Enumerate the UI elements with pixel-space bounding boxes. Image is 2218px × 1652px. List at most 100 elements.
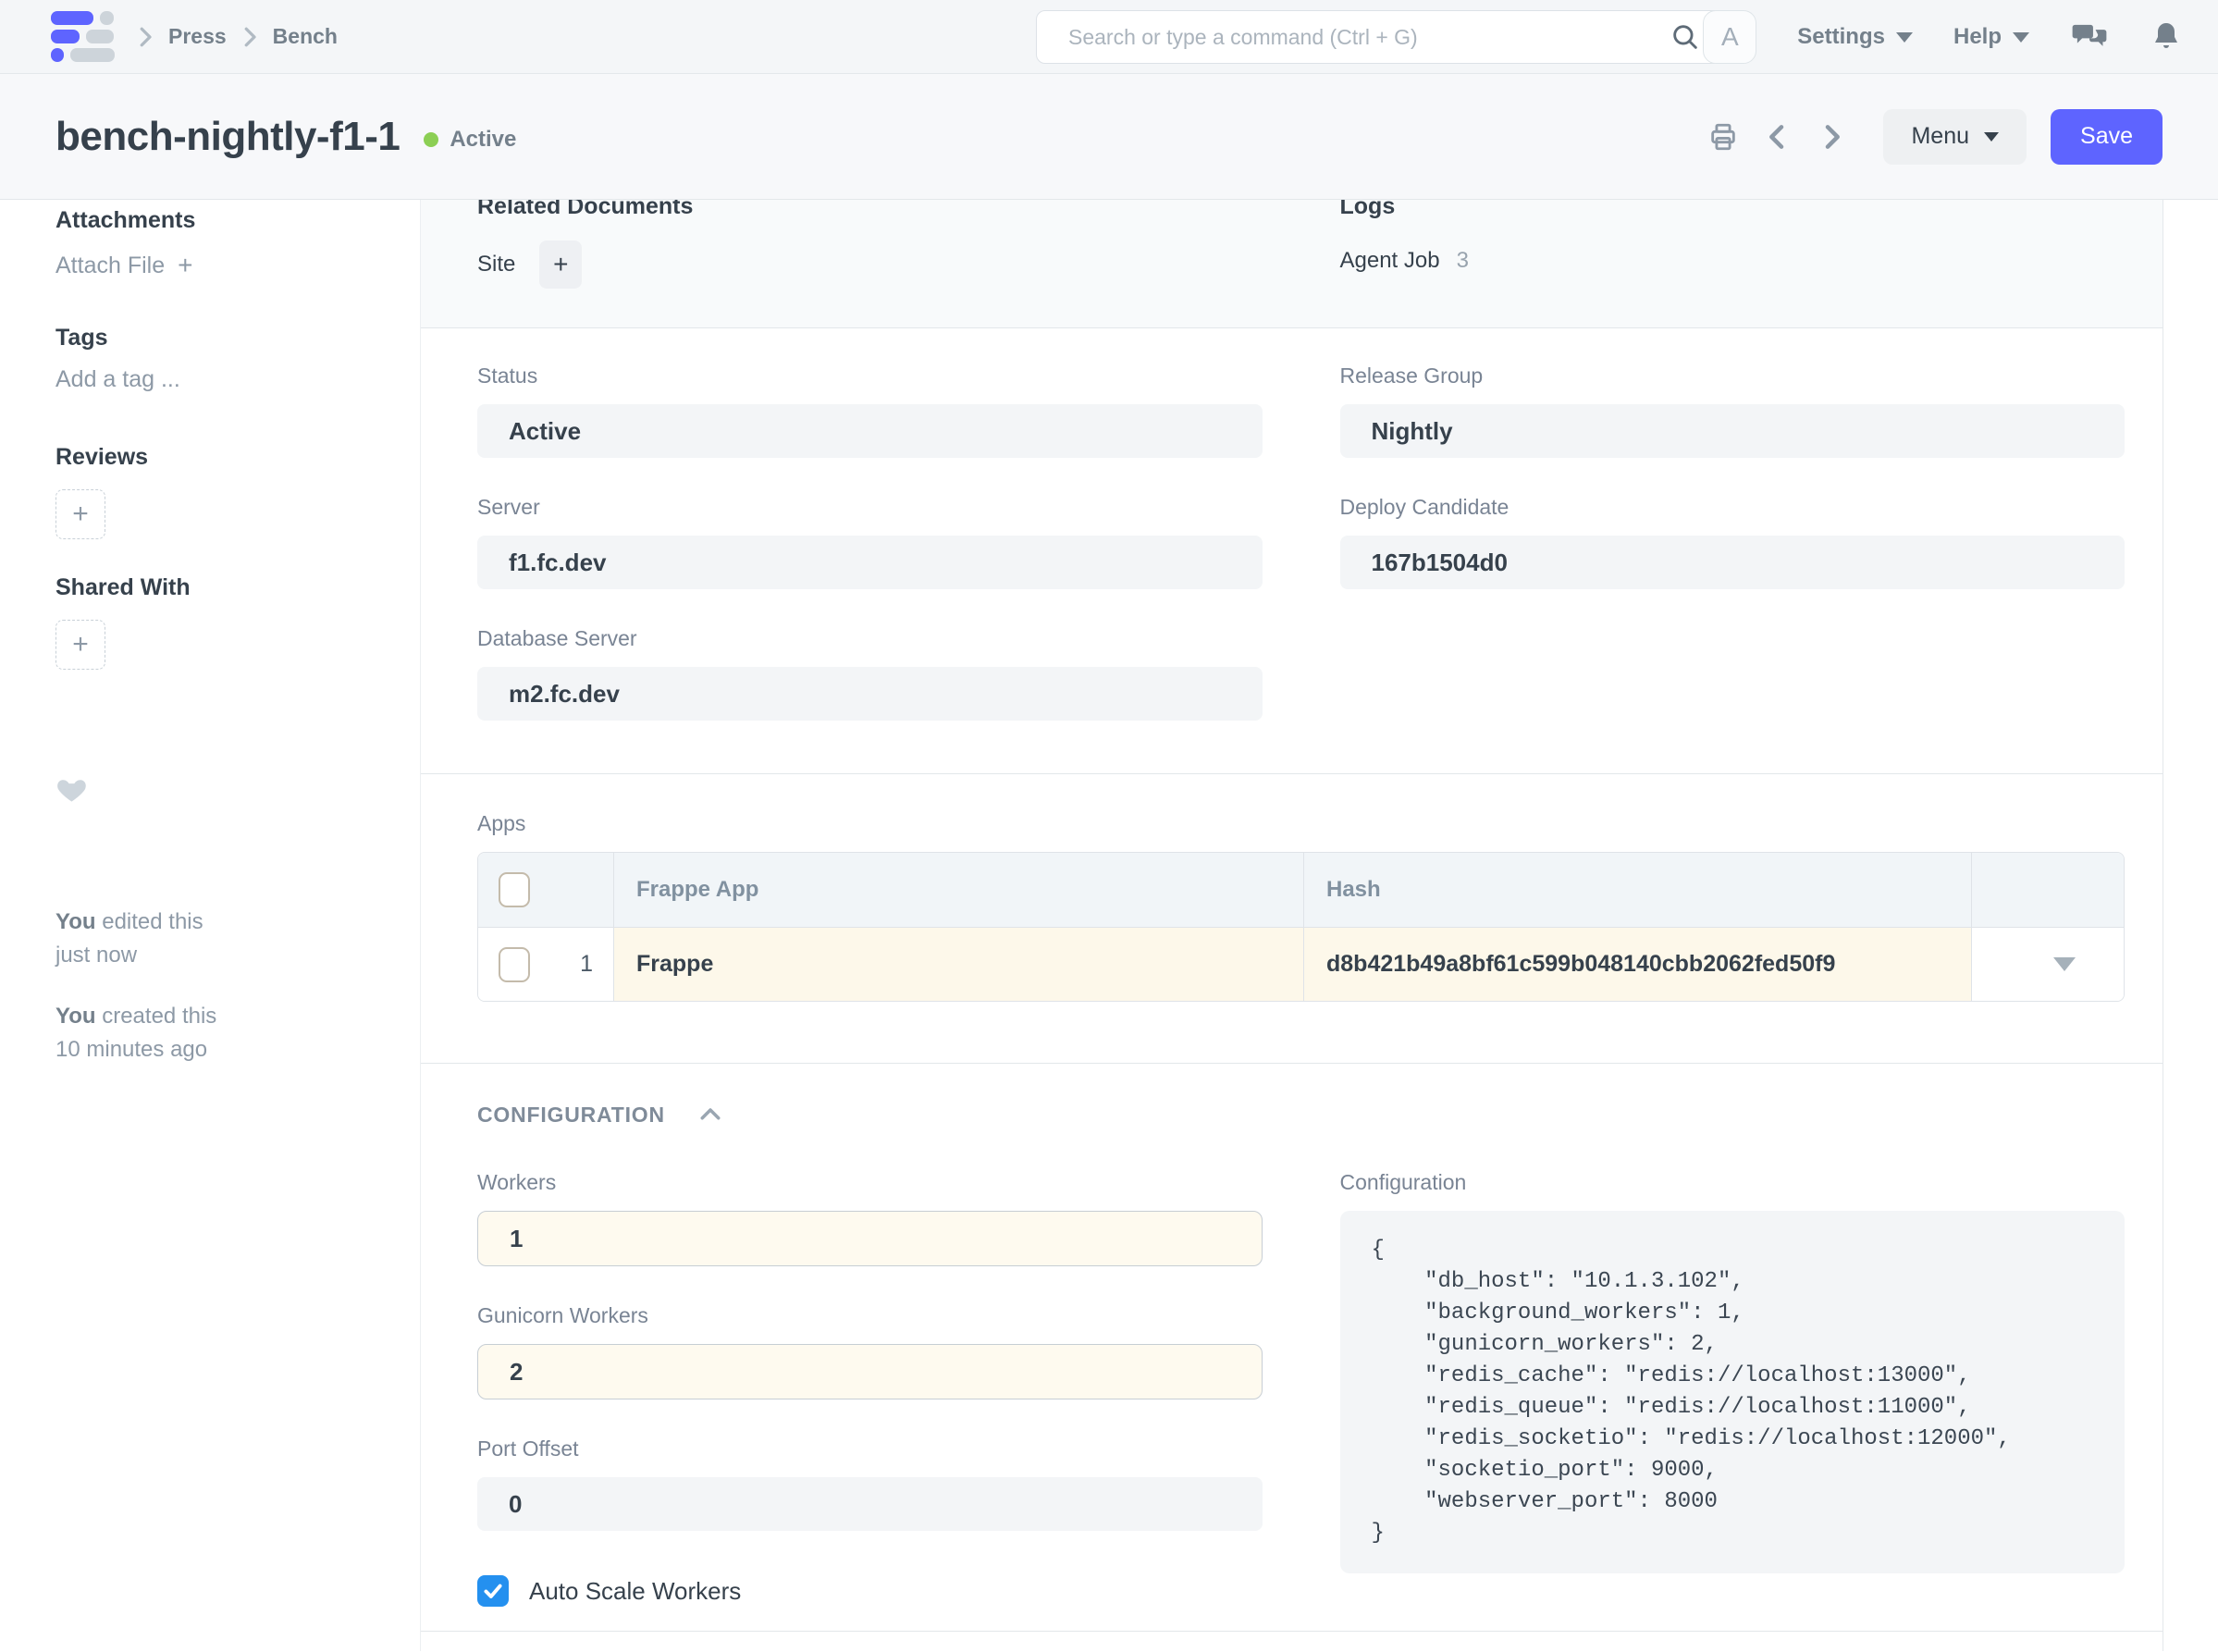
auto-scale-workers-label: Auto Scale Workers bbox=[529, 1577, 741, 1606]
activity-time: just now bbox=[55, 943, 137, 968]
add-site-button[interactable]: + bbox=[539, 240, 582, 289]
related-doc-site-label[interactable]: Site bbox=[477, 252, 515, 277]
plus-icon: + bbox=[72, 629, 89, 660]
configuration-section-toggle[interactable]: CONFIGURATION bbox=[477, 1101, 2125, 1128]
attach-file-label: Attach File bbox=[55, 253, 165, 279]
auto-scale-workers-checkbox[interactable] bbox=[477, 1575, 509, 1607]
page-title: bench-nightly-f1-1 bbox=[55, 114, 400, 160]
breadcrumb: Press Bench bbox=[131, 23, 338, 51]
add-tag-label: Add a tag ... bbox=[55, 366, 180, 393]
plus-icon: + bbox=[72, 499, 89, 530]
menu-button[interactable]: Menu bbox=[1883, 109, 2027, 165]
status-field-input[interactable]: Active bbox=[477, 404, 1263, 458]
database-server-field-input[interactable]: m2.fc.dev bbox=[477, 667, 1263, 721]
settings-label: Settings bbox=[1797, 24, 1885, 50]
column-header-frappe-app: Frappe App bbox=[636, 877, 758, 903]
plus-icon: + bbox=[178, 251, 192, 280]
search-input[interactable] bbox=[1068, 25, 1670, 50]
log-agent-job-link[interactable]: Agent Job bbox=[1340, 248, 1440, 274]
help-dropdown[interactable]: Help bbox=[1953, 24, 2029, 50]
user-avatar[interactable]: A bbox=[1703, 10, 1756, 64]
configuration-json-block: { "db_host": "10.1.3.102", "background_w… bbox=[1340, 1211, 2126, 1573]
shared-with-title: Shared With bbox=[55, 574, 383, 601]
global-search bbox=[1036, 10, 1722, 64]
add-review-button[interactable]: + bbox=[55, 489, 105, 539]
gunicorn-workers-field-input[interactable]: 2 bbox=[477, 1344, 1263, 1399]
app-logo-icon[interactable] bbox=[51, 11, 115, 62]
chat-icon[interactable] bbox=[2070, 18, 2109, 56]
add-share-button[interactable]: + bbox=[55, 620, 105, 670]
apps-table-header: Frappe App Hash bbox=[478, 853, 2124, 927]
agent-job-count-badge: 3 bbox=[1457, 248, 1469, 274]
details-section: Status Active Server f1.fc.dev Database … bbox=[421, 328, 2163, 774]
chevron-right-icon bbox=[236, 23, 264, 51]
server-field-input[interactable]: f1.fc.dev bbox=[477, 536, 1263, 589]
page-header: bench-nightly-f1-1 Active Menu Save bbox=[0, 74, 2218, 200]
row-index[interactable]: 1 bbox=[580, 951, 593, 978]
status-indicator-label: Active bbox=[450, 127, 516, 153]
form-body: Related Documents Site + Logs Agent Job … bbox=[421, 200, 2163, 1651]
column-header-hash: Hash bbox=[1326, 877, 1381, 903]
logs-title: Logs bbox=[1340, 200, 2126, 220]
status-dot-icon bbox=[424, 132, 438, 147]
row-checkbox[interactable] bbox=[499, 947, 530, 982]
row-expand-triangle-icon[interactable] bbox=[2053, 957, 2076, 971]
attach-file-button[interactable]: Attach File + bbox=[55, 251, 383, 280]
activity-actor: You bbox=[55, 909, 96, 934]
save-button[interactable]: Save bbox=[2051, 109, 2163, 165]
hash-cell[interactable]: d8b421b49a8bf61c599b048140cbb2062fed50f9 bbox=[1326, 951, 1835, 978]
menu-button-label: Menu bbox=[1911, 123, 1969, 150]
deploy-candidate-field-label: Deploy Candidate bbox=[1340, 495, 2126, 520]
apps-section-label: Apps bbox=[477, 811, 2125, 836]
deploy-candidate-field-input[interactable]: 167b1504d0 bbox=[1340, 536, 2126, 589]
workers-field-input[interactable]: 1 bbox=[477, 1211, 1263, 1266]
activity-edited: You edited this just now bbox=[55, 906, 383, 972]
status-indicator: Active bbox=[424, 127, 516, 153]
add-tag-button[interactable]: Add a tag ... bbox=[55, 366, 383, 393]
breadcrumb-item-bench[interactable]: Bench bbox=[273, 24, 338, 49]
related-documents-title: Related Documents bbox=[477, 200, 1263, 220]
print-icon[interactable] bbox=[1707, 121, 1739, 153]
activity-time: 10 minutes ago bbox=[55, 1037, 207, 1062]
settings-dropdown[interactable]: Settings bbox=[1797, 24, 1913, 50]
port-offset-field-input[interactable]: 0 bbox=[477, 1477, 1263, 1531]
previous-document-icon[interactable] bbox=[1763, 122, 1793, 152]
attachments-title: Attachments bbox=[55, 207, 383, 234]
activity-created: You created this 10 minutes ago bbox=[55, 1000, 383, 1066]
release-group-field-label: Release Group bbox=[1340, 364, 2126, 388]
configuration-section-title: CONFIGURATION bbox=[477, 1103, 665, 1128]
workers-field-label: Workers bbox=[477, 1170, 1263, 1195]
release-group-field-input[interactable]: Nightly bbox=[1340, 404, 2126, 458]
gunicorn-workers-field-label: Gunicorn Workers bbox=[477, 1303, 1263, 1328]
like-heart-icon[interactable] bbox=[55, 773, 383, 808]
port-offset-field-label: Port Offset bbox=[477, 1436, 1263, 1461]
form-dashboard-section: Related Documents Site + Logs Agent Job … bbox=[421, 200, 2163, 328]
navbar: Press Bench A Settings Help bbox=[0, 0, 2218, 74]
table-row: 1 Frappe d8b421b49a8bf61c599b048140cbb20… bbox=[478, 927, 2124, 1001]
apps-section: Apps Frappe App Hash bbox=[421, 774, 2163, 1064]
frappe-app-cell[interactable]: Frappe bbox=[636, 951, 713, 978]
apps-table: Frappe App Hash 1 Frappe bbox=[477, 852, 2125, 1002]
database-server-field-label: Database Server bbox=[477, 626, 1263, 651]
chevron-up-icon bbox=[696, 1101, 724, 1128]
activity-action: created this bbox=[102, 1004, 216, 1029]
search-icon[interactable] bbox=[1670, 21, 1701, 53]
status-field-label: Status bbox=[477, 364, 1263, 388]
chevron-down-icon bbox=[1984, 132, 1999, 142]
select-all-checkbox[interactable] bbox=[499, 872, 530, 907]
configuration-section: CONFIGURATION Workers 1 Gunicorn Workers… bbox=[421, 1064, 2163, 1632]
configuration-json-code: { "db_host": "10.1.3.102", "background_w… bbox=[1372, 1235, 2094, 1549]
server-field-label: Server bbox=[477, 495, 1263, 520]
reviews-title: Reviews bbox=[55, 444, 383, 471]
chevron-right-icon bbox=[131, 23, 159, 51]
tags-title: Tags bbox=[55, 325, 383, 351]
help-label: Help bbox=[1953, 24, 2002, 50]
notifications-bell-icon[interactable] bbox=[2150, 20, 2183, 54]
configuration-json-label: Configuration bbox=[1340, 1170, 2126, 1195]
form-sidebar: Attachments Attach File + Tags Add a tag… bbox=[0, 200, 421, 1651]
chevron-down-icon bbox=[1896, 32, 1913, 43]
breadcrumb-item-press[interactable]: Press bbox=[168, 24, 227, 49]
chevron-down-icon bbox=[2013, 32, 2029, 43]
next-document-icon[interactable] bbox=[1817, 122, 1846, 152]
activity-actor: You bbox=[55, 1004, 96, 1029]
